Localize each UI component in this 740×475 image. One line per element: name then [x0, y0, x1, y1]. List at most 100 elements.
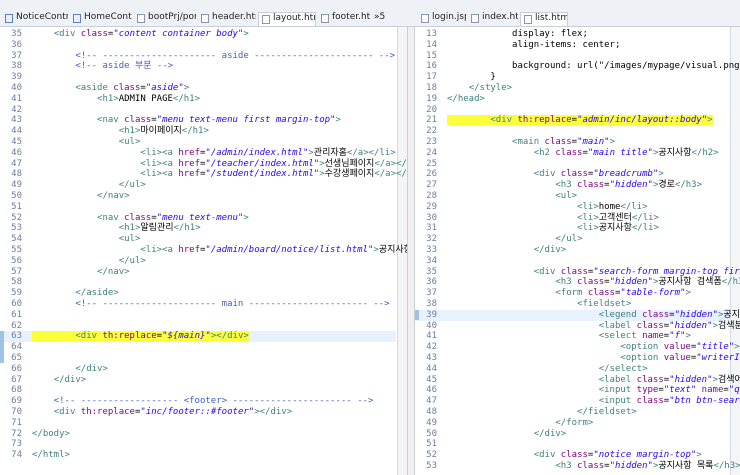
code-line[interactable]: 37 <!-- --------------------- aside ----… [0, 51, 396, 62]
left-tab-3[interactable]: header.html [198, 12, 256, 26]
right-tab-0[interactable]: login.jsp [418, 12, 466, 26]
code-line[interactable]: 44 <h1>마이페이지</h1> [0, 126, 396, 137]
code-line[interactable]: 58 [0, 277, 396, 288]
code-line[interactable]: 48 </fieldset> [415, 407, 729, 418]
code-line[interactable]: 41 <h1>ADMIN PAGE</h1> [0, 94, 396, 105]
code-line[interactable]: 67 </div> [0, 375, 396, 386]
code-text: <li>home</li> [577, 201, 648, 212]
left-tab-0[interactable]: NoticeContr... [2, 12, 68, 26]
split-divider[interactable] [407, 27, 415, 475]
code-line[interactable]: 52 <nav class="menu text-menu"> [0, 213, 396, 224]
code-line[interactable]: 65 [0, 353, 396, 364]
code-line[interactable]: 13 display: flex; [415, 29, 729, 40]
code-line[interactable]: 19 </head> [415, 94, 729, 105]
left-editor-pane[interactable]: 35 <div class="content container body"> 3… [0, 27, 407, 475]
code-line[interactable]: 41 <select name="f"> [415, 331, 729, 342]
code-line[interactable]: 50 </nav> [0, 191, 396, 202]
code-line[interactable]: 37 <form class="table-form"> [415, 288, 729, 299]
code-line[interactable]: 24 <h2 class="main title">공지사항</h2> [415, 148, 729, 159]
code-line[interactable]: 32 </ul> [415, 234, 729, 245]
code-line[interactable]: 20 [415, 105, 729, 116]
line-number: 58 [11, 277, 22, 288]
code-line[interactable]: 34 [415, 256, 729, 267]
code-line[interactable]: 55 <li><a href="/admin/board/notice/list… [0, 245, 407, 256]
code-line[interactable]: 33 </div> [415, 245, 729, 256]
left-tab-4[interactable]: layout.html✕ [258, 12, 316, 26]
code-line[interactable]: 46 <input type="text" name="q" val [415, 385, 740, 396]
left-tab-6[interactable]: »5 [372, 12, 388, 26]
code-line[interactable]: 22 [415, 126, 729, 137]
line-number: 49 [11, 180, 22, 191]
code-line[interactable]: 52 <div class="notice margin-top"> [415, 450, 729, 461]
code-line[interactable]: 29 <li>home</li> [415, 202, 729, 213]
code-line[interactable]: 71 [0, 418, 396, 429]
left-tab-1[interactable]: HomeControll... [70, 12, 132, 26]
code-line[interactable]: 16 background: url("/images/mypage/visua… [415, 61, 740, 72]
code-line[interactable]: 70 <div th:replace="inc/footer::#footer"… [0, 407, 396, 418]
code-line[interactable]: 51 [415, 439, 729, 450]
code-line[interactable]: 60 <!-- --------------------- main -----… [0, 299, 396, 310]
code-line[interactable]: 18 </style> [415, 83, 729, 94]
right-tab-1[interactable]: index.html [468, 12, 518, 26]
code-line[interactable]: 47 <input class="btn btn-search" [415, 396, 740, 407]
code-line[interactable]: 31 <li>공지사항</li> [415, 223, 729, 234]
code-line[interactable]: 61 [0, 310, 396, 321]
code-line[interactable]: 57 </nav> [0, 267, 396, 278]
code-line[interactable]: 53 <h1>알림관리</h1> [0, 223, 396, 234]
code-line[interactable]: 30 <li>고객센터</li> [415, 213, 729, 224]
code-line[interactable]: 45 <ul> [0, 137, 396, 148]
code-line[interactable]: 43 <nav class="menu text-menu first marg… [0, 115, 396, 126]
code-line[interactable]: 25 [415, 159, 729, 170]
code-line[interactable]: 47 <li><a href="/teacher/index.html">선생님… [0, 159, 407, 170]
code-line[interactable]: 35 <div class="search-form margin-top fi… [415, 267, 740, 278]
code-line[interactable]: 74 </html> [0, 450, 396, 461]
code-line[interactable]: 49 </form> [415, 418, 729, 429]
code-line[interactable]: 45 <label class="hidden">검색어</la [415, 374, 740, 386]
line-number: 45 [426, 374, 437, 385]
code-text: <li>고객센터</li> [577, 212, 659, 223]
code-line[interactable]: 38 <!-- aside 부분 --> [0, 61, 396, 72]
code-line[interactable]: 14 align-items: center; [415, 40, 729, 51]
code-line[interactable]: 66 </div> [0, 364, 396, 375]
right-editor-pane[interactable]: 13 display: flex; 14 align-items: center;… [415, 27, 740, 475]
code-line[interactable]: 64 [0, 342, 396, 353]
code-line[interactable]: 49 </ul> [0, 180, 396, 191]
code-line[interactable]: 27 <h3 class="hidden">경로</h3> [415, 180, 729, 191]
code-line[interactable]: 36 [0, 40, 396, 51]
code-line[interactable]: 39 <legend class="hidden">공지사항 [415, 309, 740, 321]
code-line[interactable]: 48 <li><a href="/student/index.html">수강생… [0, 169, 407, 180]
code-line[interactable]: 51 [0, 202, 396, 213]
right-tab-2[interactable]: list.html✕ [520, 12, 568, 26]
code-line[interactable]: 68 [0, 385, 396, 396]
code-line[interactable]: 59 </aside> [0, 288, 396, 299]
code-line[interactable]: 43 <option value="writerId">작 [415, 353, 740, 364]
code-line[interactable]: 21 <div th:replace="admin/inc/layout::bo… [415, 115, 729, 126]
code-line[interactable]: 28 <ul> [415, 191, 729, 202]
left-tab-2[interactable]: bootPrj/pom.xml [134, 12, 196, 26]
code-line[interactable]: 56 </ul> [0, 256, 396, 267]
code-line[interactable]: 73 [0, 439, 396, 450]
code-line[interactable]: 40 <label class="hidden">검색분류</ [415, 321, 740, 332]
code-line[interactable]: 54 <ul> [0, 234, 396, 245]
left-tab-5[interactable]: footer.html [318, 12, 370, 26]
code-line[interactable]: 39 [0, 72, 396, 83]
code-line[interactable]: 62 [0, 321, 396, 332]
code-line[interactable]: 36 <h3 class="hidden">공지사항 검색폼</h3> [415, 277, 740, 288]
code-line[interactable]: 23 <main class="main"> [415, 137, 729, 148]
code-line[interactable]: 72 </body> [0, 429, 396, 440]
code-line[interactable]: 40 <aside class="aside"> [0, 83, 396, 94]
code-line[interactable]: 50 </div> [415, 429, 729, 440]
code-line[interactable]: 46 <li><a href="/admin/index.html">관리자홈<… [0, 148, 396, 159]
code-line[interactable]: 44 </select> [415, 364, 729, 375]
code-line[interactable]: 26 <div class="breadcrumb"> [415, 169, 729, 180]
code-line[interactable]: 53 <h3 class="hidden">공지사항 목록</h3> [415, 461, 740, 472]
code-line[interactable]: 63 <div th:replace="${main}"></div> [0, 331, 396, 343]
code-line[interactable]: 42 <option value="title">제목< [415, 342, 740, 353]
code-line[interactable]: 17 } [415, 72, 729, 83]
code-line[interactable]: 15 [415, 51, 729, 62]
code-line[interactable]: 35 <div class="content container body"> [0, 29, 396, 40]
code-line[interactable]: 42 [0, 105, 396, 116]
code-text: <h3 class="hidden">경로</h3> [555, 180, 703, 191]
code-line[interactable]: 69 <!-- ------------------ <footer> ----… [0, 396, 396, 407]
code-line[interactable]: 38 <fieldset> [415, 299, 729, 310]
